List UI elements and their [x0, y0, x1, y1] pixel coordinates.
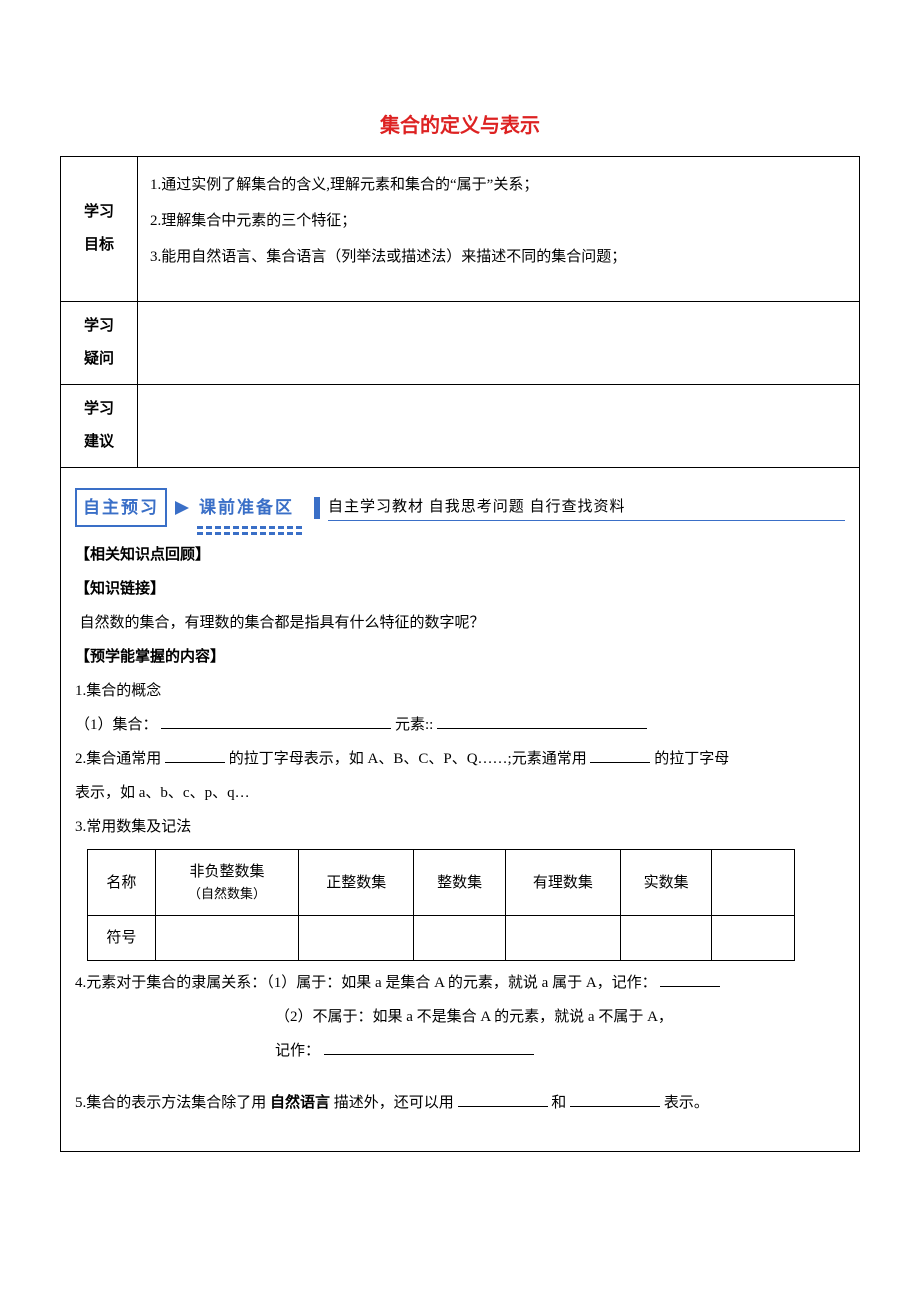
goal-2: 2.理解集合中元素的三个特征； [150, 203, 847, 239]
goal-1: 1.通过实例了解集合的含义,理解元素和集合的“属于”关系； [150, 167, 847, 203]
vertical-bar-icon [314, 497, 320, 519]
s5a: 5.集合的表示方法集合除了用 [75, 1095, 266, 1111]
heading-review: 【相关知识点回顾】 [75, 543, 845, 567]
heading-link: 【知识链接】 [75, 577, 845, 601]
page-title: 集合的定义与表示 [60, 110, 860, 142]
arrow-right-icon [175, 501, 189, 515]
sym-int [414, 915, 505, 960]
s4-line2: （2）不属于：如果 a 不是集合 A 的元素，就说 a 不属于 A， [75, 1005, 845, 1029]
col-extra [712, 850, 795, 916]
sym-extra [712, 915, 795, 960]
label-advice: 学习 建议 [61, 385, 138, 468]
doubt-cell [138, 302, 860, 385]
banner-slogan: 自主学习教材 自我思考问题 自行查找资料 [328, 495, 845, 521]
goals-cell: 1.通过实例了解集合的含义,理解元素和集合的“属于”关系； 2.理解集合中元素的… [138, 157, 860, 302]
advice-cell [138, 385, 860, 468]
s1-line: （1）集合： 元素:: [75, 713, 845, 737]
sym-real [620, 915, 711, 960]
s5bold: 自然语言 [270, 1095, 330, 1111]
content-cell: 自主预习 课前准备区 自主学习教材 自我思考问题 自行查找资料 【相关知识点回顾… [61, 468, 860, 1152]
label-goals-text: 学习 目标 [84, 204, 114, 253]
banner-prep: 课前准备区 [197, 496, 296, 521]
heading-grasp: 【预学能掌握的内容】 [75, 645, 845, 669]
s1a-label2: 元素:: [395, 717, 433, 733]
s4b: （2）不属于：如果 a 不是集合 A 的元素，就说 a 不属于 A， [275, 1009, 673, 1025]
s4a: 4.元素对于集合的隶属关系：（1）属于：如果 a 是集合 A 的元素，就说 a … [75, 975, 657, 991]
s2a: 2.集合通常用 [75, 751, 161, 767]
col-nonneg-main: 非负整数集 [190, 864, 265, 880]
s1a-label: （1）集合： [75, 717, 158, 733]
s2c: 的拉丁字母 [654, 751, 729, 767]
blank-method1 [458, 1091, 548, 1107]
s5-line: 5.集合的表示方法集合除了用 自然语言 描述外，还可以用 和 表示。 [75, 1091, 845, 1115]
s4c: 记作： [275, 1043, 320, 1059]
s5c: 和 [551, 1095, 566, 1111]
col-int: 整数集 [414, 850, 505, 916]
sym-posint [299, 915, 414, 960]
th-symbol: 符号 [88, 915, 156, 960]
section-banner: 自主预习 课前准备区 自主学习教材 自我思考问题 自行查找资料 [75, 488, 845, 527]
s2-line2: 表示，如 a、b、c、p、q… [75, 781, 845, 805]
label-doubt-text: 学习 疑问 [84, 318, 114, 367]
goal-3: 3.能用自然语言、集合语言（列举法或描述法）来描述不同的集合问题； [150, 239, 847, 275]
col-nonneg: 非负整数集 （自然数集） [155, 850, 298, 916]
blank-notbelong [324, 1039, 534, 1055]
sym-nonneg [155, 915, 298, 960]
lesson-table: 学习 目标 1.通过实例了解集合的含义,理解元素和集合的“属于”关系； 2.理解… [60, 156, 860, 1152]
blank-belong [660, 971, 720, 987]
s4-line3: 记作： [75, 1039, 845, 1063]
blank-method2 [570, 1091, 660, 1107]
blank-set-def [161, 713, 391, 729]
col-nonneg-sub: （自然数集） [162, 884, 292, 905]
s5d: 表示。 [664, 1095, 709, 1111]
label-goals: 学习 目标 [61, 157, 138, 302]
label-advice-text: 学习 建议 [84, 401, 114, 450]
dashed-underline-icon [197, 526, 302, 529]
blank-letter1 [165, 747, 225, 763]
col-real: 实数集 [620, 850, 711, 916]
th-name: 名称 [88, 850, 156, 916]
s2-line1: 2.集合通常用 的拉丁字母表示，如 A、B、C、P、Q……;元素通常用 的拉丁字… [75, 747, 845, 771]
blank-element-def [437, 713, 647, 729]
s5b: 描述外，还可以用 [334, 1095, 454, 1111]
sym-rational [505, 915, 620, 960]
number-set-table: 名称 非负整数集 （自然数集） 正整数集 整数集 有理数集 实数集 [87, 849, 795, 961]
label-doubt: 学习 疑问 [61, 302, 138, 385]
col-rational: 有理数集 [505, 850, 620, 916]
s2b: 的拉丁字母表示，如 A、B、C、P、Q……;元素通常用 [229, 751, 587, 767]
col-posint: 正整数集 [299, 850, 414, 916]
blank-letter2 [590, 747, 650, 763]
s3-title: 3.常用数集及记法 [75, 815, 845, 839]
banner-box: 自主预习 [75, 488, 167, 527]
s1-title: 1.集合的概念 [75, 679, 845, 703]
link-question: 自然数的集合，有理数的集合都是指具有什么特征的数字呢？ [75, 611, 845, 635]
s4-line1: 4.元素对于集合的隶属关系：（1）属于：如果 a 是集合 A 的元素，就说 a … [75, 971, 845, 995]
